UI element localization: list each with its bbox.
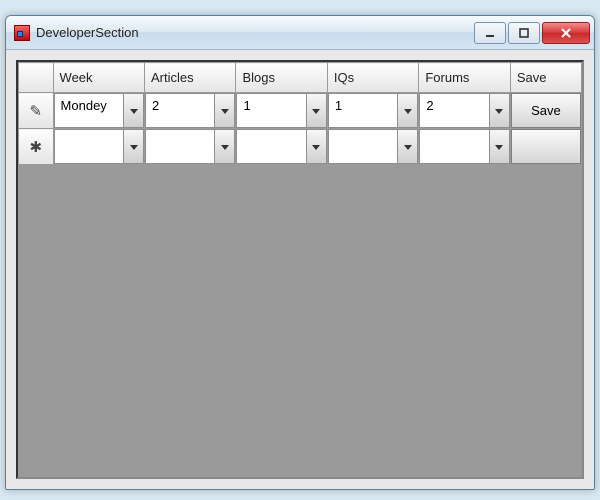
cell-blogs[interactable]: 1 [236, 93, 327, 129]
articles-value[interactable]: 2 [146, 94, 214, 127]
chevron-down-icon[interactable] [489, 130, 509, 163]
window-frame: DeveloperSection Week Articles Bl [5, 15, 595, 490]
close-icon [559, 26, 573, 40]
column-header-iqs[interactable]: IQs [327, 63, 418, 93]
chevron-down-icon[interactable] [123, 94, 143, 127]
save-button[interactable] [511, 129, 581, 164]
column-header-blogs[interactable]: Blogs [236, 63, 327, 93]
articles-combobox[interactable] [145, 129, 235, 164]
blogs-combobox[interactable]: 1 [236, 93, 326, 128]
week-value[interactable]: Mondey [55, 94, 123, 127]
column-header-week[interactable]: Week [53, 63, 144, 93]
datagrid[interactable]: Week Articles Blogs IQs Forums Save ✎ [16, 60, 584, 479]
chevron-down-icon[interactable] [214, 130, 234, 163]
column-header-forums[interactable]: Forums [419, 63, 510, 93]
iqs-combobox[interactable] [328, 129, 418, 164]
corner-header[interactable] [19, 63, 54, 93]
maximize-icon [518, 27, 530, 39]
close-button[interactable] [542, 22, 590, 44]
cell-save[interactable] [510, 129, 581, 165]
chevron-down-icon[interactable] [306, 94, 326, 127]
cell-blogs[interactable] [236, 129, 327, 165]
forums-combobox[interactable] [419, 129, 509, 164]
cell-iqs[interactable] [327, 129, 418, 165]
column-header-save[interactable]: Save [510, 63, 581, 93]
cell-articles[interactable] [145, 129, 236, 165]
articles-combobox[interactable]: 2 [145, 93, 235, 128]
week-combobox[interactable] [54, 129, 144, 164]
chevron-down-icon[interactable] [306, 130, 326, 163]
maximize-button[interactable] [508, 22, 540, 44]
table-row: ✎ Mondey 2 [19, 93, 582, 129]
forums-value[interactable]: 2 [420, 94, 488, 127]
cell-iqs[interactable]: 1 [327, 93, 418, 129]
iqs-combobox[interactable]: 1 [328, 93, 418, 128]
row-header-edit-icon[interactable]: ✎ [19, 93, 54, 129]
window-title: DeveloperSection [36, 25, 474, 40]
blogs-value[interactable]: 1 [237, 94, 305, 127]
column-header-row: Week Articles Blogs IQs Forums Save [19, 63, 582, 93]
cell-save[interactable]: Save [510, 93, 581, 129]
client-area: Week Articles Blogs IQs Forums Save ✎ [6, 50, 594, 489]
cell-forums[interactable] [419, 129, 510, 165]
cell-week[interactable]: Mondey [53, 93, 144, 129]
cell-forums[interactable]: 2 [419, 93, 510, 129]
forums-value[interactable] [420, 130, 488, 163]
blogs-value[interactable] [237, 130, 305, 163]
column-header-articles[interactable]: Articles [145, 63, 236, 93]
week-value[interactable] [55, 130, 123, 163]
articles-value[interactable] [146, 130, 214, 163]
titlebar[interactable]: DeveloperSection [6, 16, 594, 50]
chevron-down-icon[interactable] [214, 94, 234, 127]
cell-week[interactable] [53, 129, 144, 165]
blogs-combobox[interactable] [236, 129, 326, 164]
table-row: ✱ [19, 129, 582, 165]
iqs-value[interactable]: 1 [329, 94, 397, 127]
minimize-icon [484, 27, 496, 39]
minimize-button[interactable] [474, 22, 506, 44]
week-combobox[interactable]: Mondey [54, 93, 144, 128]
chevron-down-icon[interactable] [489, 94, 509, 127]
window-buttons [474, 22, 590, 44]
app-icon [14, 25, 30, 41]
chevron-down-icon[interactable] [397, 130, 417, 163]
cell-articles[interactable]: 2 [145, 93, 236, 129]
save-button[interactable]: Save [511, 93, 581, 128]
iqs-value[interactable] [329, 130, 397, 163]
row-header-new-icon[interactable]: ✱ [19, 129, 54, 165]
chevron-down-icon[interactable] [123, 130, 143, 163]
forums-combobox[interactable]: 2 [419, 93, 509, 128]
chevron-down-icon[interactable] [397, 94, 417, 127]
